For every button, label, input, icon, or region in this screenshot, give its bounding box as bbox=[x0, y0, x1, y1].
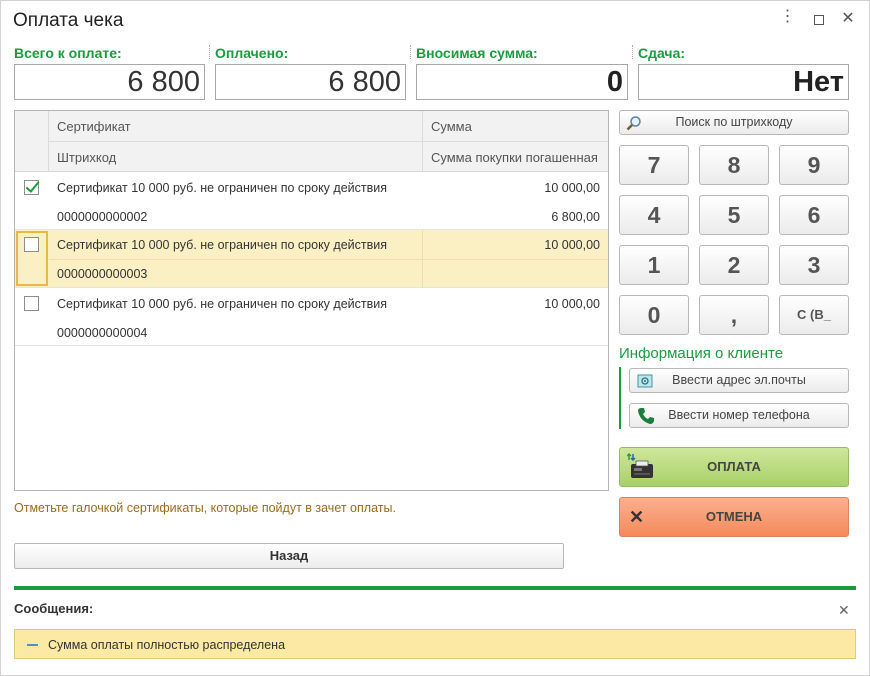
column-barcode[interactable]: Штрихкод bbox=[57, 150, 116, 165]
window-title: Оплата чека bbox=[13, 10, 124, 31]
key-4[interactable]: 4 bbox=[619, 195, 689, 235]
enter-phone-button[interactable]: Ввести номер телефона bbox=[629, 403, 849, 428]
certificate-sum: 10 000,00 bbox=[544, 297, 600, 311]
certificate-barcode: 0000000000004 bbox=[57, 326, 148, 340]
change-field: Нет bbox=[638, 64, 849, 100]
key-2[interactable]: 2 bbox=[699, 245, 769, 285]
pay-button[interactable]: ОПЛАТА bbox=[619, 447, 849, 487]
enter-email-label: Ввести адрес эл.почты bbox=[672, 373, 806, 387]
table-row[interactable]: Сертификат 10 000 руб. не ограничен по с… bbox=[15, 172, 608, 230]
maximize-icon[interactable] bbox=[810, 11, 826, 27]
cash-register-icon bbox=[627, 452, 653, 478]
table-row[interactable]: Сертификат 10 000 руб. не ограничен по с… bbox=[15, 288, 608, 346]
column-paid-sum[interactable]: Сумма покупки погашенная bbox=[431, 150, 598, 165]
certificate-barcode: 0000000000003 bbox=[57, 267, 148, 281]
column-sum[interactable]: Сумма bbox=[431, 119, 472, 134]
message-text: Сумма оплаты полностью распределена bbox=[48, 638, 286, 652]
enter-phone-label: Ввести номер телефона bbox=[668, 408, 810, 422]
cancel-icon: ✕ bbox=[629, 507, 645, 527]
client-info-title: Информация о клиенте bbox=[619, 345, 784, 362]
key-9[interactable]: 9 bbox=[779, 145, 849, 185]
key-clear[interactable]: С (В_ bbox=[779, 295, 849, 335]
message-item[interactable]: Сумма оплаты полностью распределена bbox=[14, 629, 856, 659]
key-comma[interactable]: , bbox=[699, 295, 769, 335]
search-barcode-label: Поиск по штрихкоду bbox=[675, 115, 793, 129]
row-checkbox[interactable] bbox=[24, 237, 39, 252]
key-8[interactable]: 8 bbox=[699, 145, 769, 185]
key-3[interactable]: 3 bbox=[779, 245, 849, 285]
close-messages-icon[interactable]: ✕ bbox=[838, 602, 850, 619]
table-row[interactable]: Сертификат 10 000 руб. не ограничен по с… bbox=[15, 230, 608, 288]
enter-email-button[interactable]: Ввести адрес эл.почты bbox=[629, 368, 849, 393]
more-icon[interactable]: ⋮ bbox=[779, 9, 796, 27]
back-button[interactable]: Назад bbox=[14, 543, 564, 569]
table-header: Сертификат Сумма Штрихкод Сумма покупки … bbox=[15, 111, 608, 172]
search-barcode-button[interactable]: Поиск по штрихкоду bbox=[619, 110, 849, 135]
key-0[interactable]: 0 bbox=[619, 295, 689, 335]
message-dash-icon bbox=[27, 644, 38, 646]
certificate-name: Сертификат 10 000 руб. не ограничен по с… bbox=[57, 238, 388, 252]
email-icon bbox=[637, 374, 653, 388]
field-separator bbox=[410, 45, 411, 59]
field-separator bbox=[209, 45, 210, 59]
key-6[interactable]: 6 bbox=[779, 195, 849, 235]
total-field: 6 800 bbox=[14, 64, 205, 100]
deposit-label: Вносимая сумма: bbox=[416, 45, 538, 61]
key-7[interactable]: 7 bbox=[619, 145, 689, 185]
certificate-name: Сертификат 10 000 руб. не ограничен по с… bbox=[57, 181, 388, 195]
row-checkbox[interactable] bbox=[24, 296, 39, 311]
messages-title: Сообщения: bbox=[14, 601, 94, 616]
client-info-bar bbox=[619, 367, 621, 429]
total-label: Всего к оплате: bbox=[14, 45, 122, 61]
certificate-paid: 6 800,00 bbox=[551, 210, 600, 224]
close-icon[interactable]: ✕ bbox=[840, 11, 856, 27]
certificates-table: Сертификат Сумма Штрихкод Сумма покупки … bbox=[14, 110, 609, 491]
certificate-sum: 10 000,00 bbox=[544, 181, 600, 195]
column-certificate[interactable]: Сертификат bbox=[57, 119, 131, 134]
key-5[interactable]: 5 bbox=[699, 195, 769, 235]
messages-separator bbox=[14, 586, 856, 590]
paid-label: Оплачено: bbox=[215, 45, 289, 61]
cancel-label: ОТМЕНА bbox=[705, 509, 763, 524]
deposit-field[interactable]: 0 bbox=[416, 64, 628, 100]
change-label: Сдача: bbox=[638, 45, 686, 61]
magnifier-icon bbox=[626, 116, 641, 131]
cancel-button[interactable]: ✕ ОТМЕНА bbox=[619, 497, 849, 537]
certificate-name: Сертификат 10 000 руб. не ограничен по с… bbox=[57, 297, 388, 311]
paid-field: 6 800 bbox=[215, 64, 406, 100]
certificate-sum: 10 000,00 bbox=[544, 238, 600, 252]
hint-text: Отметьте галочкой сертификаты, которые п… bbox=[14, 501, 396, 515]
payment-window: Оплата чека ⋮ ✕ Всего к оплате: Оплачено… bbox=[0, 0, 870, 676]
pay-label: ОПЛАТА bbox=[707, 459, 761, 474]
phone-icon bbox=[638, 408, 654, 424]
key-1[interactable]: 1 bbox=[619, 245, 689, 285]
certificate-barcode: 0000000000002 bbox=[57, 210, 148, 224]
field-separator bbox=[632, 45, 633, 59]
row-checkbox[interactable] bbox=[24, 180, 39, 195]
